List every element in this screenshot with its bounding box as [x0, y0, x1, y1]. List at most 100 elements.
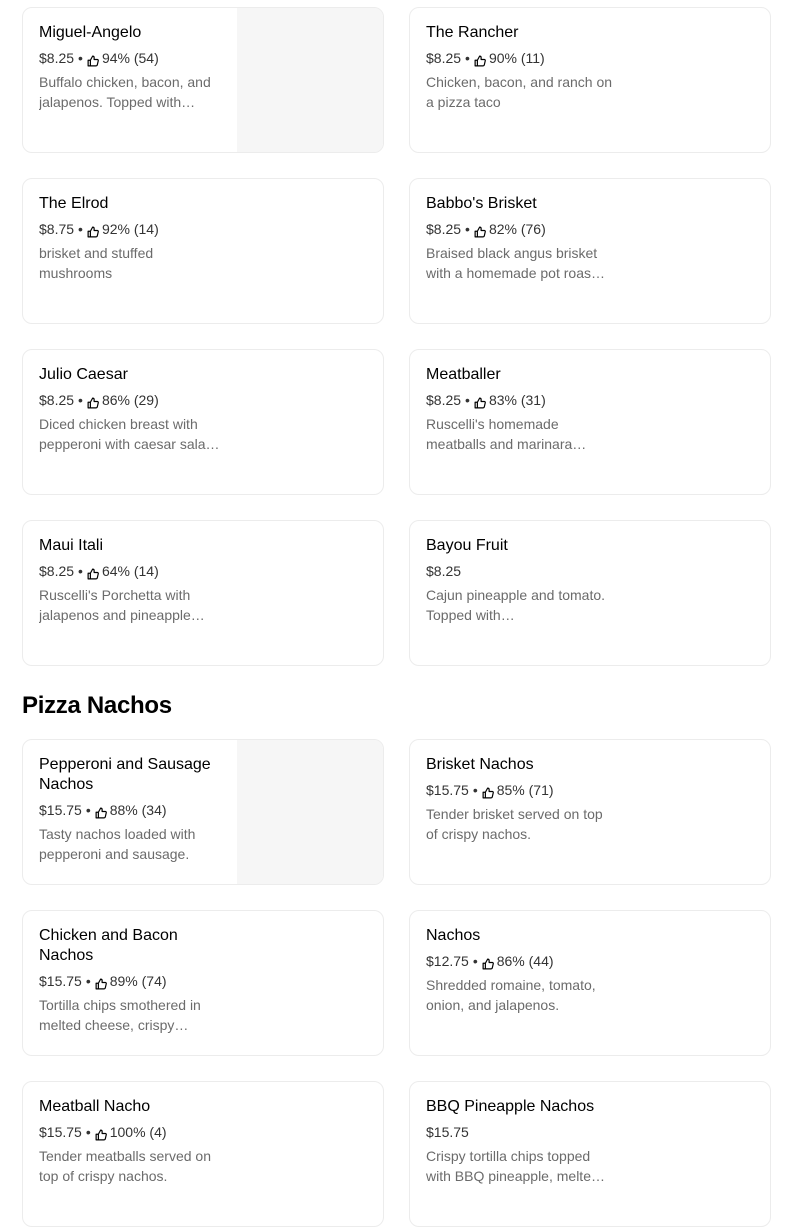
menu-item-rating: 64% (14) [101, 563, 159, 579]
menu-item-card-babbo-s-brisket[interactable]: Babbo's Brisket $8.25 • 82% (76) Braised bla… [409, 178, 771, 324]
menu-item-card-the-elrod[interactable]: The Elrod $8.75 • 92% (14) brisket and stuff… [22, 178, 384, 324]
menu-item-image [237, 740, 383, 884]
menu-item-card-miguel-angelo[interactable]: Miguel-Angelo $8.25 • 94% (54) Buffalo chick… [22, 7, 384, 153]
menu-item-rating: 83% (31) [488, 392, 546, 408]
menu-item-meta: $8.25 • 82% (76) [426, 219, 612, 239]
menu-item-card-bbq-pineapple-nachos[interactable]: BBQ Pineapple Nachos $15.75 Crispy tortill… [409, 1081, 771, 1227]
menu-item-price: $8.25 [426, 563, 462, 579]
menu-item-card-chicken-and-bacon-nachos[interactable]: Chicken and Bacon Nachos $15.75 • 89% (74) T… [22, 910, 384, 1056]
menu-item-description: Chicken, bacon, and ranch on a pizza tac… [426, 74, 612, 110]
menu-item-rating: 92% (14) [101, 221, 159, 237]
menu-item-meta: $15.75 [426, 1122, 612, 1142]
menu-item-details: Pepperoni and Sausage Nachos $15.75 • 88% (… [39, 755, 225, 864]
menu-item-price: $15.75 [426, 782, 469, 798]
menu-item-name: Brisket Nachos [426, 756, 534, 773]
thumbs-up-icon [87, 394, 99, 409]
menu-item-name: Chicken and Bacon Nachos [39, 927, 178, 964]
menu-item-name: Maui Itali [39, 537, 104, 554]
menu-item-meta: $15.75 • 100% (4) [39, 1122, 225, 1142]
menu-item-details: BBQ Pineapple Nachos $15.75 Crispy tortill… [426, 1097, 612, 1186]
thumbs-up-icon [95, 975, 107, 990]
menu-item-name: Miguel-Angelo [39, 24, 142, 41]
menu-item-rating: 94% (54) [101, 50, 159, 66]
menu-item-meta: $12.75 • 86% (44) [426, 951, 612, 971]
menu-item-details: Miguel-Angelo $8.25 • 94% (54) Buffalo chick… [39, 23, 225, 112]
section-title-pizza-nachos: Pizza Nachos [22, 692, 172, 719]
separator-dot: • [78, 392, 83, 408]
thumbs-up-icon [87, 223, 99, 238]
menu-item-description: Diced chicken breast with pepperoni with… [39, 416, 220, 452]
thumbs-up-icon [474, 223, 486, 238]
menu-item-price: $8.75 [39, 221, 75, 237]
menu-item-card-the-rancher[interactable]: The Rancher $8.25 • 90% (11) Chicken, bacon,… [409, 7, 771, 153]
menu-item-card-brisket-nachos[interactable]: Brisket Nachos $15.75 • 85% (71) Tender bris… [409, 739, 771, 885]
menu-item-meta: $8.25 • 94% (54) [39, 48, 225, 68]
menu-item-price: $8.25 [426, 221, 462, 237]
menu-item-name: The Rancher [426, 24, 519, 41]
menu-item-rating: 88% (34) [109, 802, 167, 818]
menu-item-price: $8.25 [39, 563, 75, 579]
menu-item-name: Meatball Nacho [39, 1098, 151, 1115]
separator-dot: • [472, 953, 478, 969]
menu-item-price: $15.75 [426, 1124, 469, 1140]
menu-item-meta: $8.25 • 83% (31) [426, 390, 612, 410]
menu-item-card-julio-caesar[interactable]: Julio Caesar $8.25 • 86% (29) Diced chicken … [22, 349, 384, 495]
separator-dot: • [85, 973, 91, 989]
menu-item-description: Tortilla chips smothered in melted chees… [39, 997, 201, 1033]
thumbs-up-icon [474, 394, 486, 409]
menu-item-rating: 86% (44) [496, 953, 554, 969]
menu-item-image [237, 8, 383, 152]
menu-item-description: Tasty nachos loaded with pepperoni and s… [39, 826, 196, 862]
menu-item-details: Meatballer $8.25 • 83% (31) Ruscelli's homem… [426, 365, 612, 454]
menu-item-details: Babbo's Brisket $8.25 • 82% (76) Braised bla… [426, 194, 612, 283]
menu-item-rating: 90% (11) [488, 50, 545, 66]
separator-dot: • [78, 50, 83, 66]
thumbs-up-icon [87, 565, 99, 580]
menu-item-description: Ruscelli's homemade meatballs and marina… [426, 416, 587, 452]
menu-item-description: Ruscelli's Porchetta with jalapenos and … [39, 587, 205, 623]
menu-item-rating: 85% (71) [496, 782, 554, 798]
menu-item-name: Bayou Fruit [426, 537, 508, 554]
menu-item-price: $8.25 [426, 50, 462, 66]
menu-item-price: $12.75 [426, 953, 469, 969]
menu-item-price: $15.75 [39, 802, 82, 818]
menu-item-meta: $15.75 • 85% (71) [426, 780, 612, 800]
menu-item-details: Nachos $12.75 • 86% (44) Shredded romaine, t… [426, 926, 612, 1015]
menu-item-details: The Rancher $8.25 • 90% (11) Chicken, bacon,… [426, 23, 612, 112]
menu-item-card-maui-itali[interactable]: Maui Itali $8.25 • 64% (14) Ruscelli's Porch… [22, 520, 384, 666]
menu-item-details: Maui Itali $8.25 • 64% (14) Ruscelli's Porch… [39, 536, 225, 625]
menu-item-card-nachos[interactable]: Nachos $12.75 • 86% (44) Shredded romaine, t… [409, 910, 771, 1056]
menu-item-card-bayou-fruit[interactable]: Bayou Fruit $8.25 Cajun pineapple and toma… [409, 520, 771, 666]
menu-item-details: Chicken and Bacon Nachos $15.75 • 89% (74) T… [39, 926, 225, 1035]
menu-item-description: Cajun pineapple and tomato. Topped with… [426, 587, 606, 623]
menu-item-name: BBQ Pineapple Nachos [426, 1098, 595, 1115]
menu-item-card-meatball-nacho[interactable]: Meatball Nacho $15.75 • 100% (4) Tender meat… [22, 1081, 384, 1227]
menu-item-details: The Elrod $8.75 • 92% (14) brisket and stuff… [39, 194, 225, 283]
menu-item-details: Meatball Nacho $15.75 • 100% (4) Tender meat… [39, 1097, 225, 1186]
menu-item-name: Julio Caesar [39, 366, 128, 383]
separator-dot: • [465, 392, 470, 408]
menu-item-rating: 89% (74) [109, 973, 167, 989]
menu-item-price: $15.75 [39, 1124, 82, 1140]
menu-item-details: Bayou Fruit $8.25 Cajun pineapple and toma… [426, 536, 612, 625]
menu-item-card-pepperoni-and-sausage-nachos[interactable]: Pepperoni and Sausage Nachos $15.75 • 88% (… [22, 739, 384, 885]
menu-grid-pizza-nachos: Pepperoni and Sausage Nachos $15.75 • 88% (… [22, 739, 771, 1227]
separator-dot: • [78, 221, 83, 237]
separator-dot: • [85, 1124, 91, 1140]
menu-item-card-meatballer[interactable]: Meatballer $8.25 • 83% (31) Ruscelli's homem… [409, 349, 771, 495]
menu-item-meta: $15.75 • 88% (34) [39, 800, 225, 820]
menu-item-name: Nachos [426, 927, 481, 944]
menu-item-meta: $8.25 • 64% (14) [39, 561, 225, 581]
menu-item-description: Tender meatballs served on top of crispy… [39, 1148, 211, 1184]
menu-item-rating: 100% (4) [109, 1124, 167, 1140]
menu-item-details: Julio Caesar $8.25 • 86% (29) Diced chicken … [39, 365, 225, 454]
menu-item-name: Meatballer [426, 366, 501, 383]
menu-item-price: $8.25 [39, 50, 75, 66]
menu-item-meta: $15.75 • 89% (74) [39, 971, 225, 991]
menu-item-price: $8.25 [426, 392, 462, 408]
menu-item-description: Crispy tortilla chips topped with BBQ pi… [426, 1148, 605, 1184]
menu-item-description: Buffalo chicken, bacon, and jalapenos. T… [39, 74, 211, 110]
menu-item-meta: $8.25 • 86% (29) [39, 390, 225, 410]
menu-item-details: Brisket Nachos $15.75 • 85% (71) Tender bris… [426, 755, 612, 844]
thumbs-up-icon [482, 955, 494, 970]
